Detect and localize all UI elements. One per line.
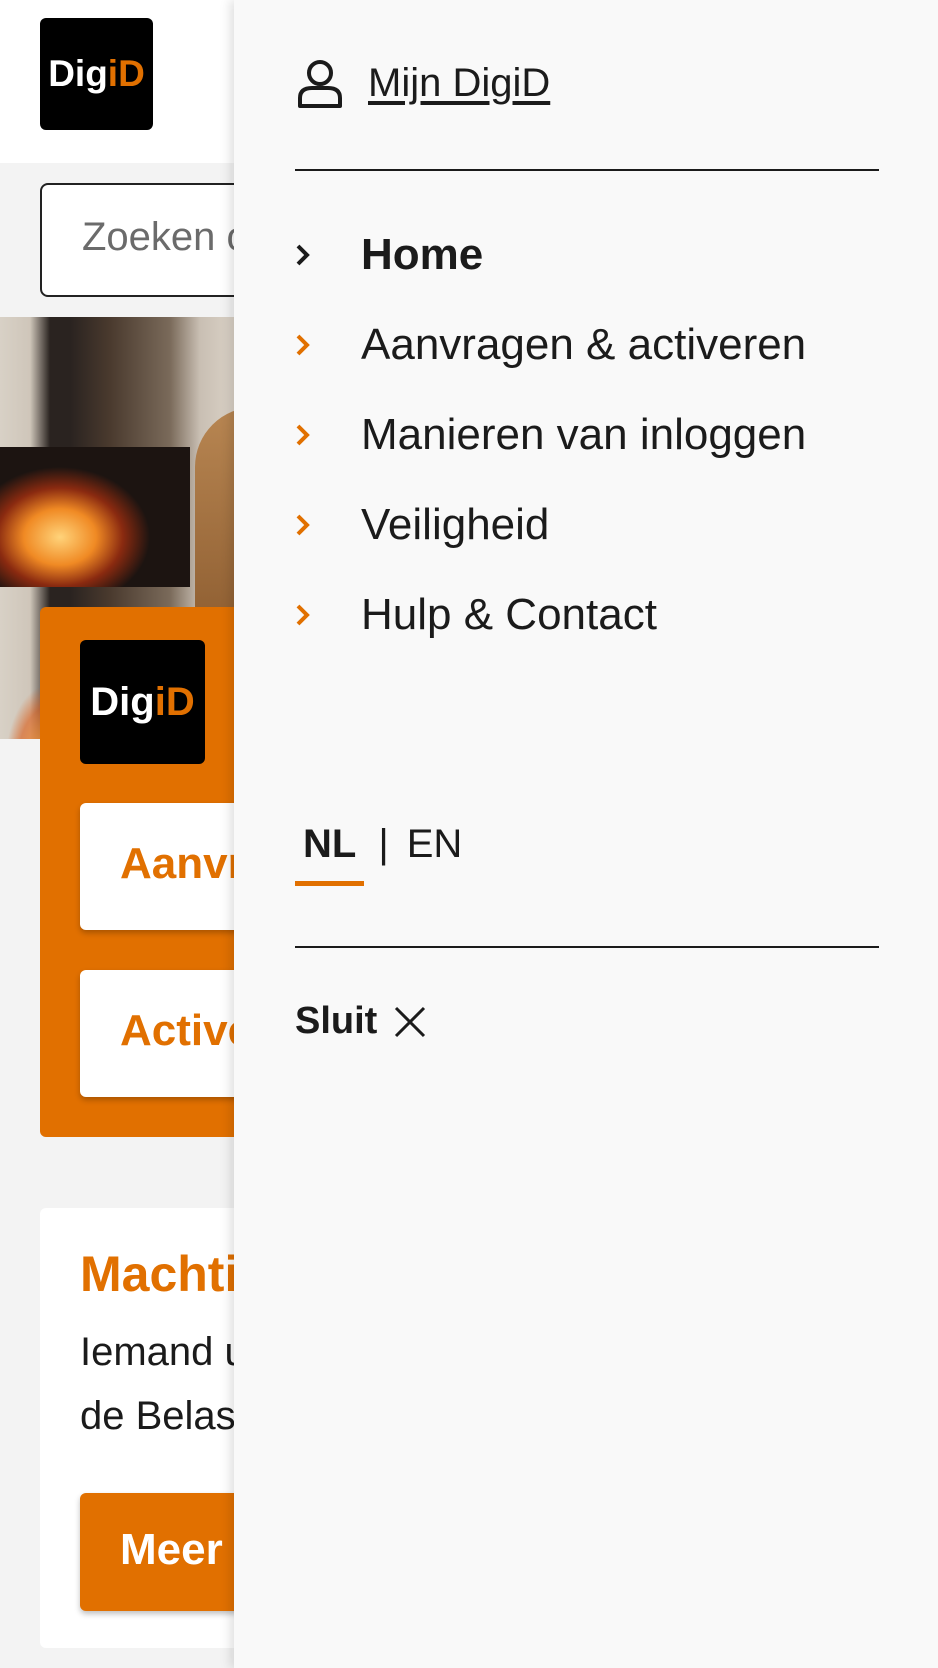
digid-logo[interactable]: Dig iD [40, 18, 153, 130]
account-link[interactable]: Mijn DigiD [296, 58, 550, 108]
nav-item-label: Hulp & Contact [361, 590, 657, 639]
nav-item-aanvragen-activeren[interactable]: Aanvragen & activeren [295, 300, 806, 390]
lang-en[interactable]: EN [407, 822, 463, 867]
nav-item-label: Veiligheid [361, 500, 550, 549]
close-icon [395, 1006, 426, 1037]
nav-item-veiligheid[interactable]: Veiligheid [295, 480, 806, 570]
divider [295, 946, 879, 948]
close-label: Sluit [295, 1000, 378, 1042]
divider [295, 169, 879, 171]
main-nav: Home Aanvragen & activeren Manieren van … [295, 210, 806, 660]
nav-item-label: Home [361, 230, 484, 279]
chevron-right-icon [295, 422, 361, 448]
nav-item-home[interactable]: Home [295, 210, 806, 300]
language-switch: NL | EN [295, 822, 462, 886]
chevron-right-icon [295, 242, 361, 268]
chevron-right-icon [295, 332, 361, 358]
page: Dig iD Zoeken op Dig iD Aanvragen Activere… [0, 0, 938, 1668]
account-link-label[interactable]: Mijn DigiD [368, 61, 550, 106]
nav-item-hulp-contact[interactable]: Hulp & Contact [295, 570, 806, 660]
nav-item-label: Aanvragen & activeren [361, 320, 807, 369]
digid-logo-large: Dig iD [80, 640, 205, 764]
chevron-right-icon [295, 602, 361, 628]
nav-item-label: Manieren van inloggen [361, 410, 807, 459]
lang-nl[interactable]: NL [295, 822, 365, 886]
chevron-right-icon [295, 512, 361, 538]
lang-separator: | [378, 822, 389, 866]
nav-item-manieren-van-inloggen[interactable]: Manieren van inloggen [295, 390, 806, 480]
fireplace-image-part [0, 447, 190, 587]
user-icon [298, 60, 342, 108]
close-button[interactable]: Sluit [295, 1000, 427, 1043]
